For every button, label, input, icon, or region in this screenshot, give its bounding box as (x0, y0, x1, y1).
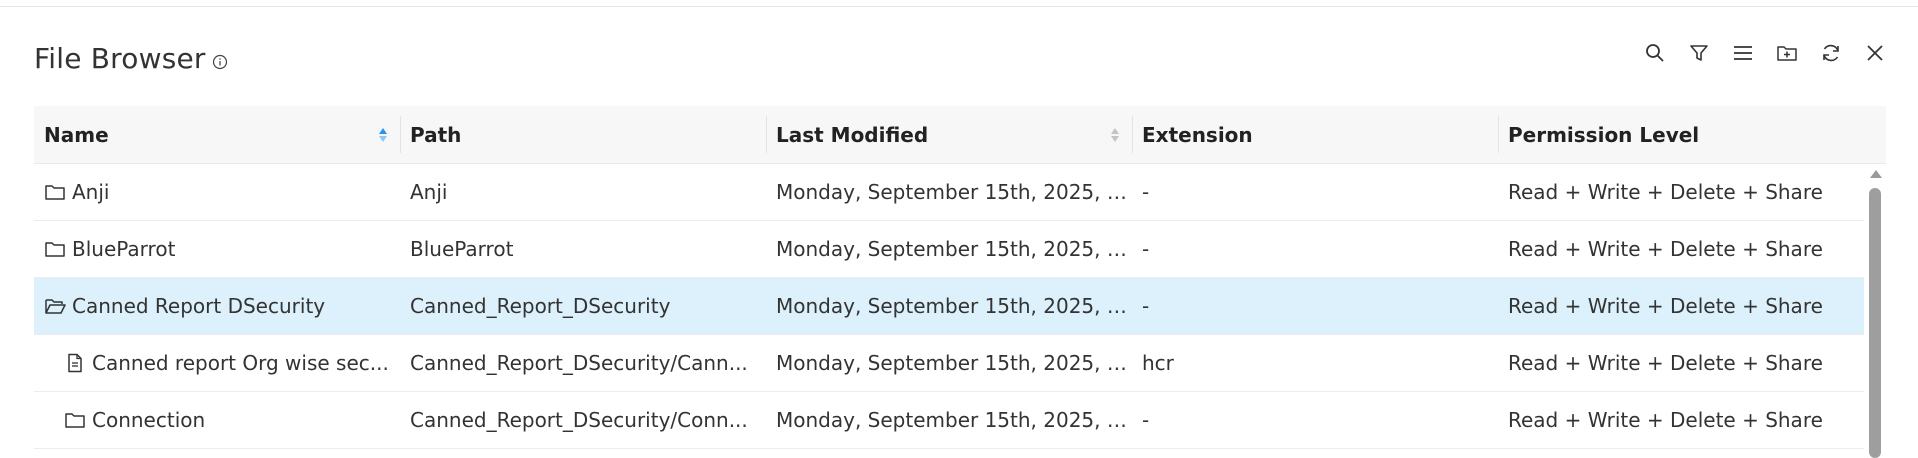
table-header: Name Path Last Modified Extension Permis… (34, 106, 1886, 164)
toolbar (1642, 40, 1888, 66)
folder-icon (44, 182, 66, 202)
cell-extension: - (1142, 180, 1150, 204)
cell-extension: - (1142, 294, 1150, 318)
file-table: Name Path Last Modified Extension Permis… (34, 106, 1886, 458)
page-title: File Browser (34, 41, 206, 75)
table-row[interactable]: BlueParrot BlueParrot Monday, September … (34, 221, 1864, 278)
folder-icon (64, 410, 86, 430)
cell-name: Canned Report DSecurity (34, 278, 400, 334)
cell-name: Connection (34, 392, 400, 448)
table-row[interactable]: Connection Canned_Report_DSecurity/Conn.… (34, 392, 1864, 449)
table-body: Anji Anji Monday, September 15th, 2025, … (34, 164, 1886, 458)
cell-permission: Read + Write + Delete + Share (1508, 351, 1823, 375)
file-icon (64, 353, 86, 373)
scrollbar-thumb[interactable] (1869, 188, 1881, 458)
new-folder-icon[interactable] (1774, 40, 1800, 66)
menu-icon[interactable] (1730, 40, 1756, 66)
column-header-name[interactable]: Name (34, 106, 400, 163)
folder-open-icon (44, 296, 66, 316)
table-row[interactable]: Canned report Org wise sec... Canned_Rep… (34, 335, 1864, 392)
scroll-up-arrow-icon[interactable] (1870, 170, 1882, 178)
sort-icon[interactable] (1110, 125, 1120, 145)
table-row-selected[interactable]: Canned Report DSecurity Canned_Report_DS… (34, 278, 1864, 335)
cell-permission: Read + Write + Delete + Share (1508, 180, 1823, 204)
cell-extension: hcr (1142, 351, 1174, 375)
cell-last-modified: Monday, September 15th, 2025, 3:... (776, 351, 1132, 375)
cell-last-modified: Monday, September 15th, 2025, 2:... (776, 408, 1132, 432)
cell-path: BlueParrot (410, 237, 514, 261)
cell-permission: Read + Write + Delete + Share (1508, 294, 1823, 318)
cell-extension: - (1142, 237, 1150, 261)
column-header-permission-level[interactable]: Permission Level (1498, 106, 1886, 163)
cell-permission: Read + Write + Delete + Share (1508, 237, 1823, 261)
info-circle-icon[interactable] (212, 54, 228, 70)
cell-name: BlueParrot (34, 221, 400, 277)
filter-icon[interactable] (1686, 40, 1712, 66)
refresh-icon[interactable] (1818, 40, 1844, 66)
column-header-path[interactable]: Path (400, 106, 766, 163)
top-divider (0, 6, 1918, 7)
column-header-extension[interactable]: Extension (1132, 106, 1498, 163)
column-header-last-modified[interactable]: Last Modified (766, 106, 1132, 163)
close-icon[interactable] (1862, 40, 1888, 66)
cell-path: Anji (410, 180, 448, 204)
cell-permission: Read + Write + Delete + Share (1508, 408, 1823, 432)
cell-last-modified: Monday, September 15th, 2025, 2:... (776, 294, 1132, 318)
cell-path: Canned_Report_DSecurity (410, 294, 671, 318)
table-row[interactable]: Anji Anji Monday, September 15th, 2025, … (34, 164, 1864, 221)
cell-last-modified: Monday, September 15th, 2025, 1... (776, 237, 1132, 261)
search-icon[interactable] (1642, 40, 1668, 66)
cell-path: Canned_Report_DSecurity/Conn... (410, 408, 748, 432)
vertical-scrollbar[interactable] (1864, 164, 1886, 458)
folder-icon (44, 239, 66, 259)
cell-name: Anji (34, 164, 400, 220)
cell-path: Canned_Report_DSecurity/Cann... (410, 351, 748, 375)
cell-extension: - (1142, 408, 1150, 432)
cell-name: Canned report Org wise sec... (34, 335, 400, 391)
sort-icon[interactable] (378, 125, 388, 145)
cell-last-modified: Monday, September 15th, 2025, 3:... (776, 180, 1132, 204)
page-header: File Browser (34, 38, 228, 78)
